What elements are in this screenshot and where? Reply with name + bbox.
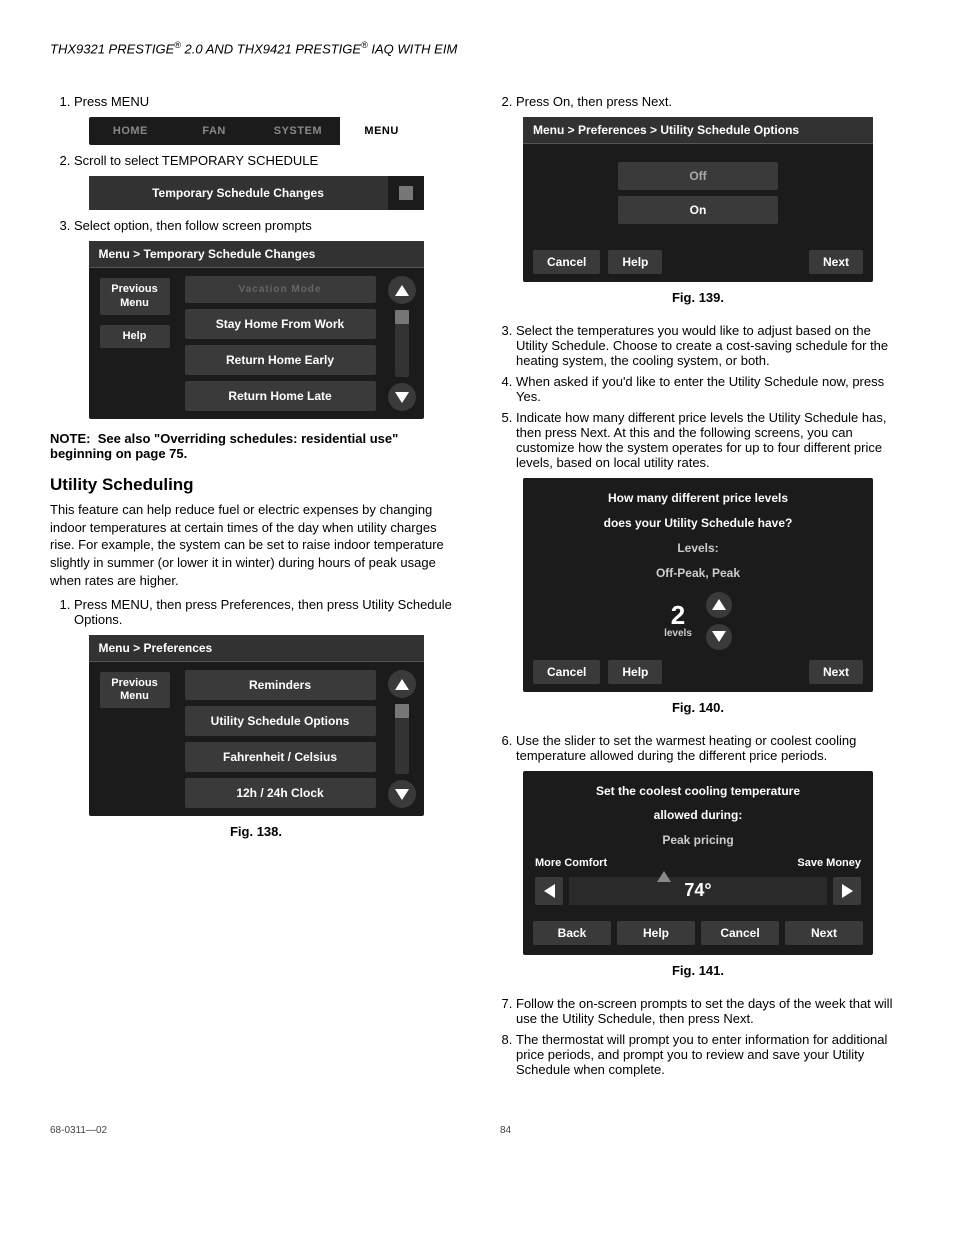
next-button[interactable]: Next: [809, 250, 863, 274]
right-step-5: Indicate how many different price levels…: [516, 410, 904, 470]
temperature-value: 74°: [569, 880, 827, 901]
section-heading: Utility Scheduling: [50, 475, 462, 495]
previous-menu-button[interactable]: Previous Menu: [100, 278, 170, 314]
panel-header: Menu > Temporary Schedule Changes: [89, 241, 424, 268]
temperature-slider[interactable]: 74°: [569, 877, 827, 905]
chevron-up-icon: [395, 679, 409, 690]
list-item[interactable]: Return Home Early: [185, 345, 376, 375]
temporary-schedule-strip: Temporary Schedule Changes: [89, 176, 424, 210]
levels-options: Off-Peak, Peak: [529, 561, 867, 586]
save-money-label: Save Money: [797, 857, 861, 869]
figure-caption-138: Fig. 138.: [50, 824, 462, 839]
preferences-panel: Menu > Preferences Previous Menu Reminde…: [89, 635, 424, 816]
note: NOTE: See also "Overriding schedules: re…: [50, 431, 462, 461]
levels-down-button[interactable]: [706, 624, 732, 650]
question-line-2: does your Utility Schedule have?: [529, 511, 867, 536]
tab-home[interactable]: HOME: [89, 117, 173, 145]
previous-menu-button[interactable]: Previous Menu: [100, 672, 170, 708]
page-header: THX9321 PRESTIGE® 2.0 AND THX9421 PRESTI…: [50, 40, 904, 56]
scroll-down-button[interactable]: [388, 383, 416, 411]
scroll-thumb[interactable]: [395, 704, 409, 718]
tab-bar: HOME FAN SYSTEM MENU: [89, 117, 424, 145]
left-step-3: Select option, then follow screen prompt…: [74, 218, 462, 233]
title-line-2: allowed during:: [529, 803, 867, 828]
chevron-down-icon: [712, 631, 726, 642]
tab-menu[interactable]: MENU: [340, 117, 424, 145]
right-step-4: When asked if you'd like to enter the Ut…: [516, 374, 904, 404]
page-number: 84: [500, 1125, 511, 1136]
util-step-1: Press MENU, then press Preferences, then…: [74, 597, 462, 627]
utility-options-panel: Menu > Preferences > Utility Schedule Op…: [523, 117, 873, 282]
chevron-up-icon: [712, 599, 726, 610]
strip-label[interactable]: Temporary Schedule Changes: [89, 176, 388, 210]
right-step-7: Follow the on-screen prompts to set the …: [516, 996, 904, 1026]
right-column: Press On, then press Next. Menu > Prefer…: [492, 86, 904, 1085]
tab-fan[interactable]: FAN: [172, 117, 256, 145]
chevron-left-icon: [544, 884, 555, 898]
help-button[interactable]: Help: [100, 325, 170, 348]
pricing-mode: Peak pricing: [529, 828, 867, 853]
strip-scroll-thumb[interactable]: [388, 176, 424, 210]
panel-header: Menu > Preferences: [89, 635, 424, 662]
levels-up-button[interactable]: [706, 592, 732, 618]
chevron-up-icon: [395, 285, 409, 296]
list-item[interactable]: Fahrenheit / Celsius: [185, 742, 376, 772]
scrollbar[interactable]: [395, 310, 409, 377]
doc-number: 68-0311—02: [50, 1125, 107, 1136]
figure-caption-140: Fig. 140.: [492, 700, 904, 715]
cancel-button[interactable]: Cancel: [533, 660, 600, 684]
list-item[interactable]: Utility Schedule Options: [185, 706, 376, 736]
panel-header: Menu > Preferences > Utility Schedule Op…: [523, 117, 873, 144]
list-item[interactable]: 12h / 24h Clock: [185, 778, 376, 808]
question-line-1: How many different price levels: [529, 486, 867, 511]
on-button[interactable]: On: [618, 196, 778, 224]
cancel-button[interactable]: Cancel: [533, 250, 600, 274]
scroll-up-button[interactable]: [388, 276, 416, 304]
scroll-up-button[interactable]: [388, 670, 416, 698]
right-step-6: Use the slider to set the warmest heatin…: [516, 733, 904, 763]
left-step-2: Scroll to select TEMPORARY SCHEDULE: [74, 153, 462, 168]
chevron-down-icon: [395, 789, 409, 800]
slider-left-button[interactable]: [535, 877, 563, 905]
figure-caption-139: Fig. 139.: [492, 290, 904, 305]
levels-unit: levels: [664, 628, 692, 639]
cooling-temp-panel: Set the coolest cooling temperature allo…: [523, 771, 873, 955]
more-comfort-label: More Comfort: [535, 857, 607, 869]
list-item[interactable]: Stay Home From Work: [185, 309, 376, 339]
levels-value: 2: [671, 602, 685, 628]
price-levels-panel: How many different price levels does you…: [523, 478, 873, 691]
section-paragraph: This feature can help reduce fuel or ele…: [50, 501, 462, 589]
levels-label: Levels:: [529, 536, 867, 561]
right-step-8: The thermostat will prompt you to enter …: [516, 1032, 904, 1077]
cancel-button[interactable]: Cancel: [701, 921, 779, 945]
list-item[interactable]: Return Home Late: [185, 381, 376, 411]
scrollbar[interactable]: [395, 704, 409, 774]
next-button[interactable]: Next: [809, 660, 863, 684]
next-button[interactable]: Next: [785, 921, 863, 945]
help-button[interactable]: Help: [608, 660, 662, 684]
left-step-1: Press MENU: [74, 94, 462, 109]
title-line-1: Set the coolest cooling temperature: [529, 779, 867, 804]
help-button[interactable]: Help: [608, 250, 662, 274]
list-item[interactable]: Reminders: [185, 670, 376, 700]
chevron-down-icon: [395, 392, 409, 403]
scroll-thumb[interactable]: [395, 310, 409, 324]
chevron-right-icon: [842, 884, 853, 898]
help-button[interactable]: Help: [617, 921, 695, 945]
right-step-3: Select the temperatures you would like t…: [516, 323, 904, 368]
tab-system[interactable]: SYSTEM: [256, 117, 340, 145]
off-button[interactable]: Off: [618, 162, 778, 190]
list-item[interactable]: Vacation Mode: [185, 276, 376, 303]
temp-schedule-panel: Menu > Temporary Schedule Changes Previo…: [89, 241, 424, 419]
slider-thumb[interactable]: [657, 871, 671, 882]
right-step-2: Press On, then press Next.: [516, 94, 904, 109]
figure-caption-141: Fig. 141.: [492, 963, 904, 978]
slider-right-button[interactable]: [833, 877, 861, 905]
back-button[interactable]: Back: [533, 921, 611, 945]
scroll-down-button[interactable]: [388, 780, 416, 808]
page-footer: 68-0311—02 84: [50, 1125, 904, 1136]
left-column: Press MENU HOME FAN SYSTEM MENU Scroll t…: [50, 86, 462, 1085]
